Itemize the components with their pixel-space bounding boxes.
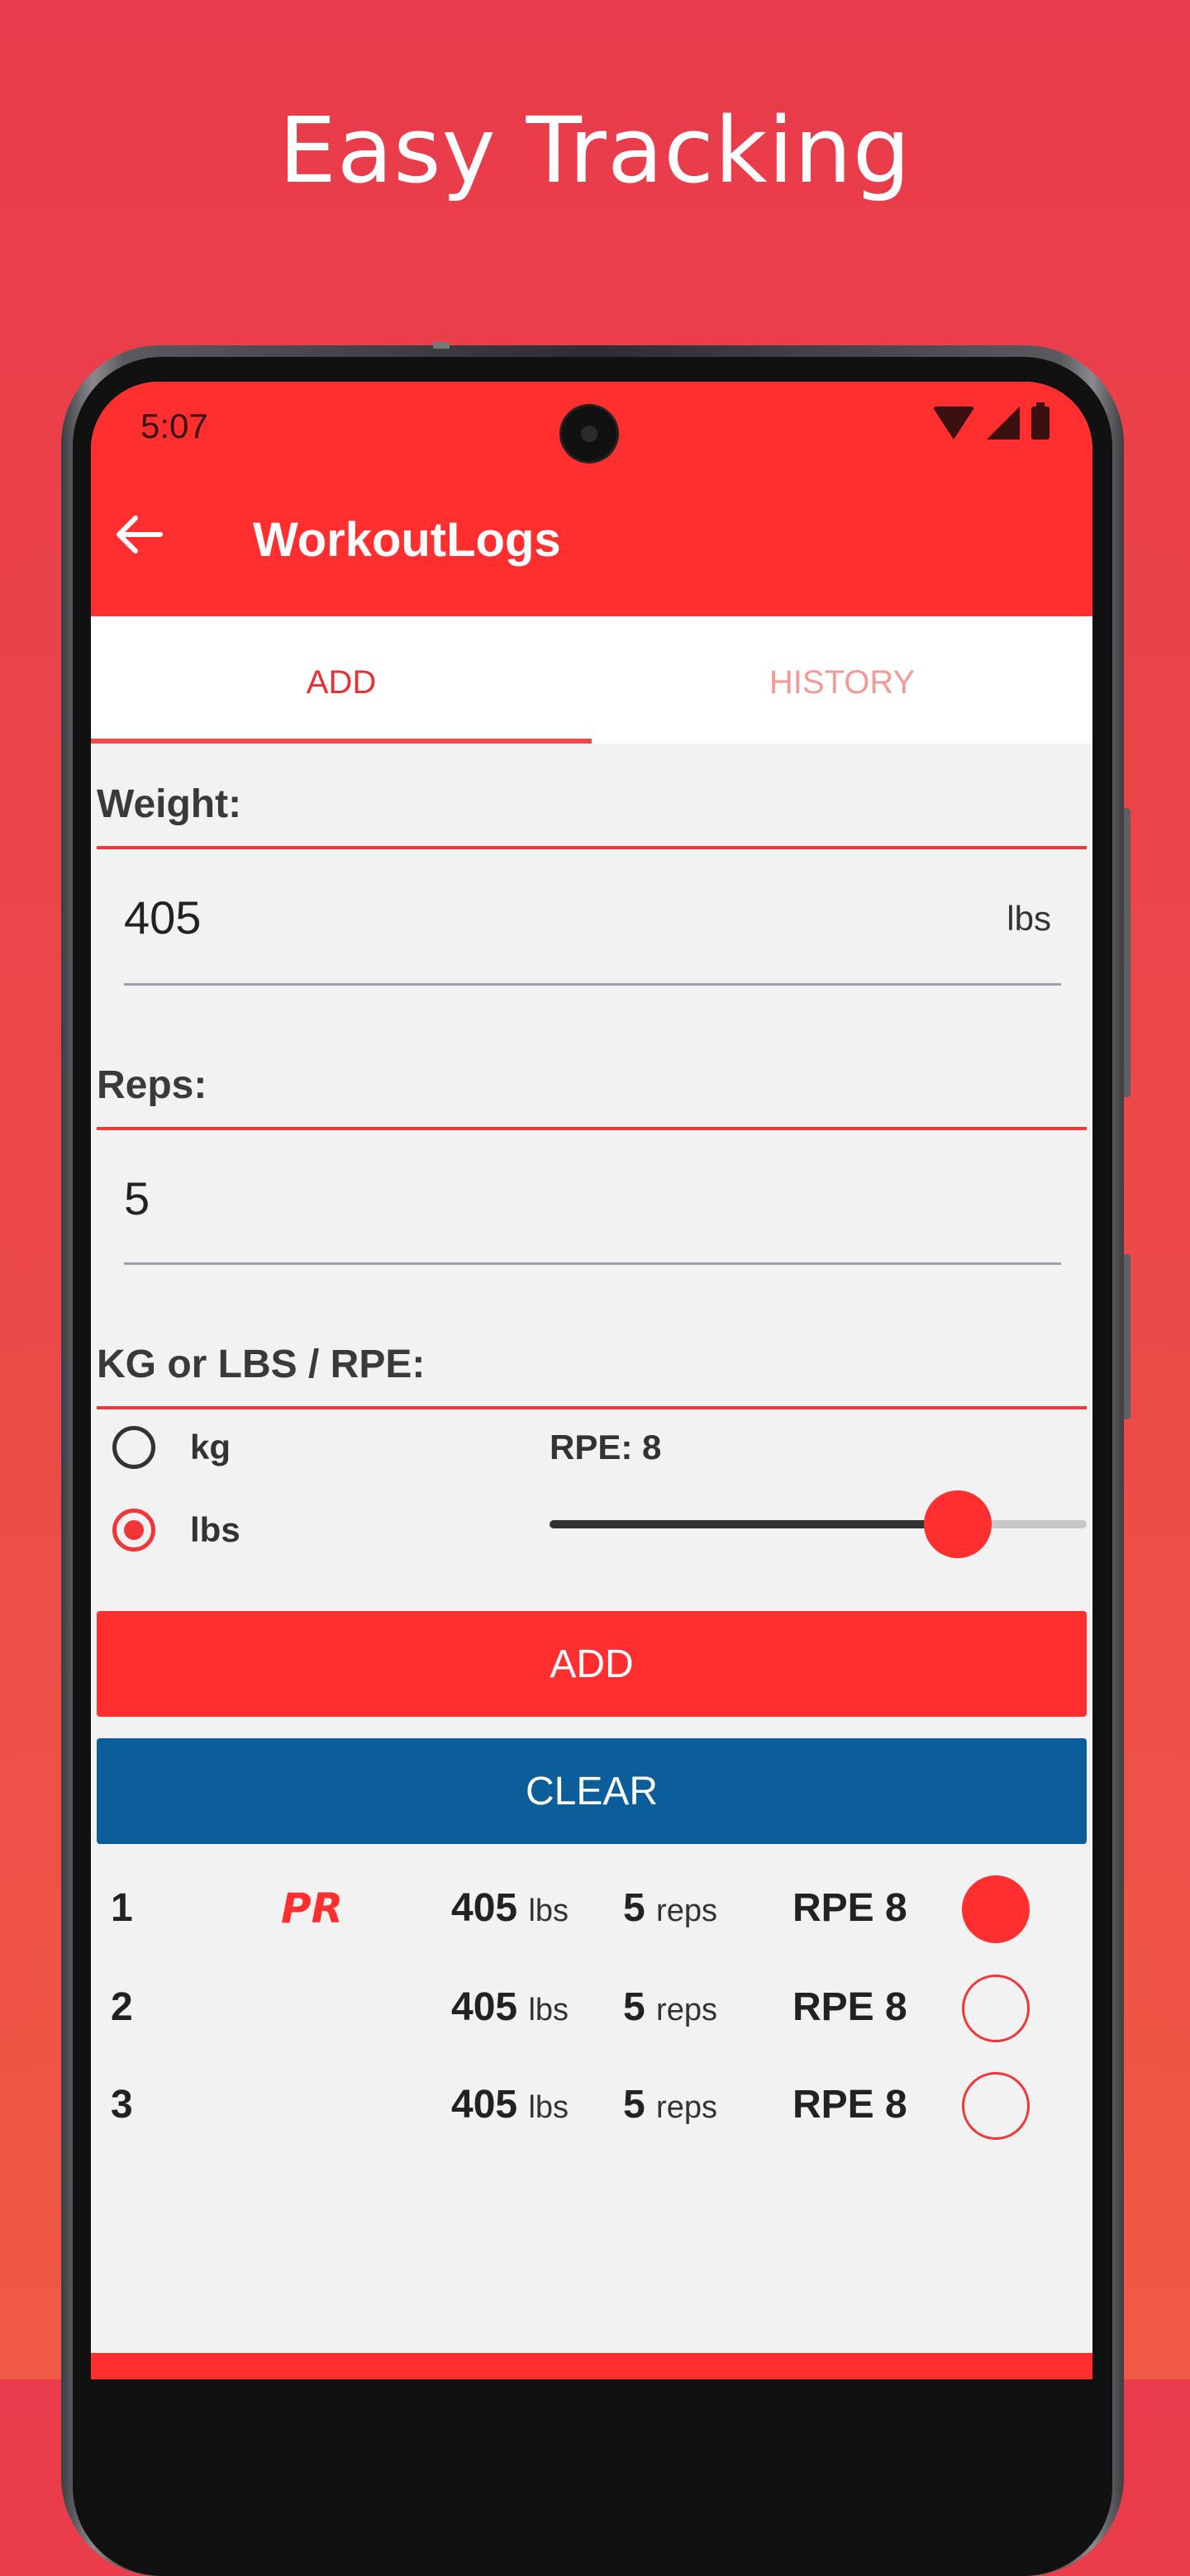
promo-title: Easy Tracking [278,97,912,203]
weight-input-underline [124,983,1061,986]
tab-add[interactable]: ADD [91,616,592,740]
set-reps-unit: reps [656,1993,717,2027]
set-complete-toggle[interactable] [962,2072,1030,2140]
back-arrow-icon[interactable] [114,514,164,555]
app-bar: 5:07 WorkoutLogs [91,382,1092,616]
set-reps: 5 [623,1886,645,1930]
pr-badge: PR [281,1884,344,1932]
rpe-slider-thumb[interactable] [924,1490,992,1558]
wifi-icon [932,406,975,440]
signal-icon [987,406,1020,440]
weight-divider [97,846,1087,849]
set-reps-unit: reps [656,1894,717,1928]
unit-rpe-divider [97,1406,1087,1409]
set-weight-unit: lbs [528,2090,569,2125]
set-row: 2 405 lbs 5 reps RPE 8 [91,1966,1092,2049]
reps-divider [97,1127,1087,1130]
rpe-slider[interactable] [550,1490,1087,1558]
set-rpe: RPE 8 [793,2083,907,2127]
app-screen: 5:07 WorkoutLogs ADD HISTORY Weight: 405… [91,382,1092,2379]
status-time: 5:07 [140,406,208,445]
weight-label: Weight: [97,782,242,826]
clear-button[interactable]: CLEAR [97,1738,1087,1844]
set-reps-unit: reps [656,2090,717,2125]
unit-rpe-label: KG or LBS / RPE: [97,1343,426,1386]
weight-input[interactable]: 405 [124,891,201,944]
reps-label: Reps: [97,1063,207,1107]
reps-input[interactable]: 5 [124,1172,150,1225]
rpe-value-label: RPE: 8 [550,1428,662,1466]
set-rpe: RPE 8 [793,1985,907,2029]
set-row: 1 PR 405 lbs 5 reps RPE 8 [91,1867,1092,1950]
radio-kg-label[interactable]: kg [190,1428,231,1467]
set-weight: 405 [451,1985,518,2029]
set-weight: 405 [451,2083,518,2127]
tab-bar: ADD HISTORY [91,616,1092,744]
set-complete-toggle[interactable] [962,1975,1030,2042]
rpe-slider-fill [550,1520,958,1528]
set-weight: 405 [451,1886,518,1930]
front-camera [562,406,616,461]
radio-lbs[interactable] [112,1509,155,1552]
battery-icon [1031,402,1050,440]
set-rpe: RPE 8 [793,1886,907,1930]
set-complete-toggle[interactable] [962,1875,1030,1943]
set-reps: 5 [623,2083,645,2127]
tab-indicator [91,739,592,744]
set-row: 3 405 lbs 5 reps RPE 8 [91,2064,1092,2146]
add-button[interactable]: ADD [97,1611,1087,1717]
app-title: WorkoutLogs [253,513,561,567]
weight-unit: lbs [1007,899,1051,938]
radio-kg[interactable] [112,1426,155,1469]
set-number: 2 [111,1985,133,2029]
bottom-navigation[interactable] [91,2353,1092,2379]
radio-lbs-label[interactable]: lbs [190,1510,240,1550]
set-reps: 5 [623,1985,645,2029]
set-number: 1 [111,1886,133,1930]
set-number: 3 [111,2083,133,2127]
tab-history[interactable]: HISTORY [592,616,1092,740]
set-weight-unit: lbs [528,1894,569,1928]
set-weight-unit: lbs [528,1993,569,2027]
reps-input-underline [124,1262,1061,1265]
status-icons [932,402,1050,440]
